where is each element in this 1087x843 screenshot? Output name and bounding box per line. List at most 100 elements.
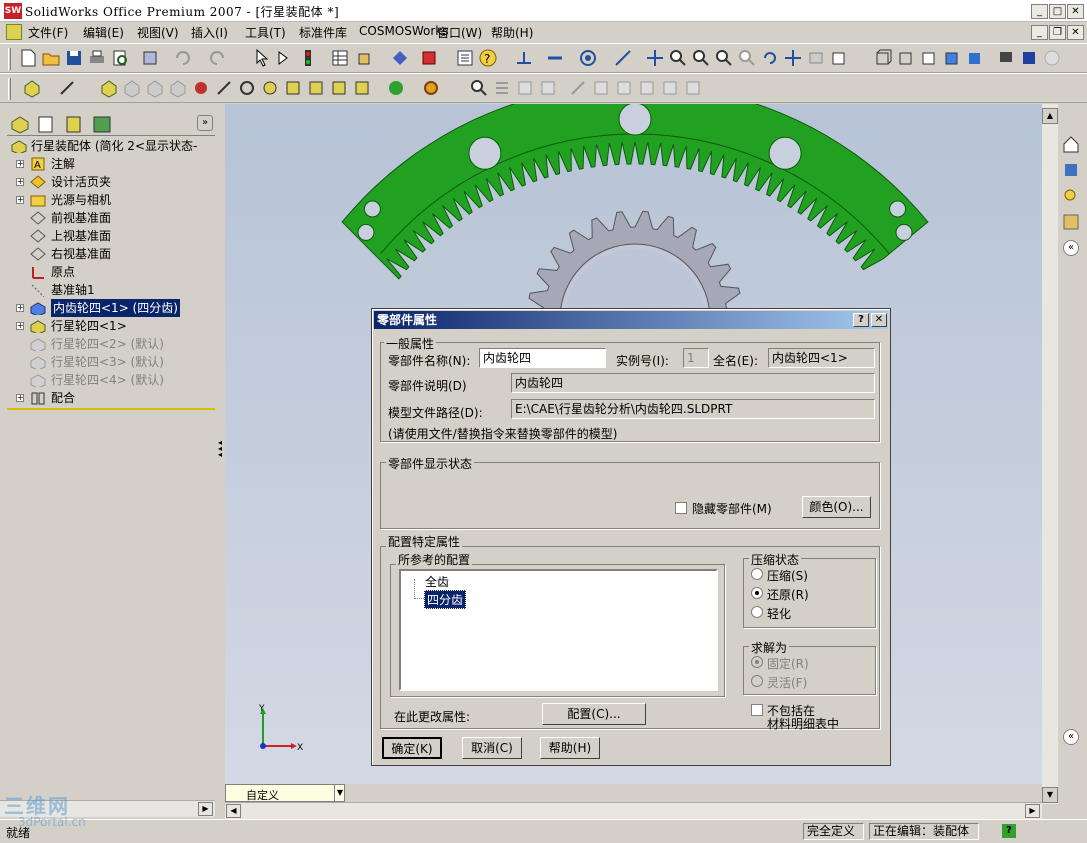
realview-icon[interactable] xyxy=(1042,48,1062,68)
physical-dynamics-icon[interactable] xyxy=(260,78,280,98)
doc-restore-button[interactable]: ❐ xyxy=(1049,25,1066,40)
table-icon[interactable] xyxy=(614,78,634,98)
properties-icon[interactable] xyxy=(455,48,475,68)
help-icon[interactable]: ? xyxy=(478,48,498,68)
design-library-icon[interactable] xyxy=(1061,160,1081,180)
scroll-left-icon[interactable]: ◀ xyxy=(226,804,241,818)
print-icon[interactable] xyxy=(87,48,107,68)
cut-icon[interactable] xyxy=(140,48,160,68)
expand-icon[interactable]: + xyxy=(16,322,24,330)
menu-cosmosworks[interactable]: COSMOSWorks xyxy=(359,24,449,38)
move-component-icon[interactable] xyxy=(99,78,119,98)
smart-dimension-icon[interactable] xyxy=(545,48,565,68)
rotate-icon[interactable] xyxy=(760,48,780,68)
zoom-selection-icon[interactable] xyxy=(737,48,757,68)
configuration-button[interactable]: 配置(C)... xyxy=(542,703,646,725)
menu-edit[interactable]: 编辑(E) xyxy=(83,24,124,41)
file-explorer-icon[interactable] xyxy=(1061,186,1081,206)
hidden-lines-visible-icon[interactable] xyxy=(896,48,916,68)
feature-manager-tab-icon[interactable] xyxy=(9,114,31,134)
config-list[interactable]: 全齿 四分齿 xyxy=(399,569,718,691)
configuration-manager-tab-icon[interactable] xyxy=(63,114,85,134)
dialog-help-button[interactable]: ? xyxy=(853,313,869,327)
maximize-button[interactable]: □ xyxy=(1049,4,1066,19)
library-icon[interactable] xyxy=(660,78,680,98)
shadows-icon[interactable] xyxy=(996,48,1016,68)
stamp-icon[interactable] xyxy=(637,78,657,98)
interference-icon[interactable] xyxy=(191,78,211,98)
collision-icon[interactable] xyxy=(237,78,257,98)
view-orientation-icon[interactable] xyxy=(829,48,849,68)
component-name-input[interactable]: 内齿轮四 xyxy=(479,348,606,368)
color-button[interactable]: 颜色(O)... xyxy=(802,496,871,518)
dialog-close-button[interactable]: ✕ xyxy=(871,313,887,327)
scroll-down-icon[interactable]: ▼ xyxy=(1042,787,1058,803)
new-file-icon[interactable] xyxy=(18,48,38,68)
viewport-vscroll[interactable]: ▲ ▼ xyxy=(1042,104,1058,804)
scroll-right-icon[interactable]: ▶ xyxy=(198,802,213,816)
edit-icon[interactable] xyxy=(568,78,588,98)
assembly-feature-icon[interactable] xyxy=(329,78,349,98)
expand-panel-button[interactable]: » xyxy=(197,115,213,131)
view-icon[interactable] xyxy=(806,48,826,68)
configuration-dropdown[interactable]: 自定义 ▼ xyxy=(225,784,345,802)
shaded-icon[interactable] xyxy=(965,48,985,68)
menu-standard-library[interactable]: 标准件库 xyxy=(299,24,347,41)
open-file-icon[interactable] xyxy=(41,48,61,68)
status-help-icon[interactable]: ? xyxy=(1002,824,1016,838)
exclude-bom-checkbox[interactable] xyxy=(751,704,763,716)
redo-icon[interactable] xyxy=(208,48,228,68)
expand-icon[interactable]: + xyxy=(16,196,24,204)
search-icon[interactable] xyxy=(469,78,489,98)
document-icon[interactable] xyxy=(6,24,22,40)
cosmos-tab-icon[interactable] xyxy=(91,114,113,134)
doc-close-button[interactable]: ✕ xyxy=(1067,25,1084,40)
expand-icon[interactable]: + xyxy=(16,160,24,168)
expand-icon[interactable]: + xyxy=(16,178,24,186)
config-item-quarter[interactable]: 四分齿 xyxy=(424,590,467,609)
expand-icon[interactable]: + xyxy=(16,304,24,312)
shaded-edges-icon[interactable] xyxy=(942,48,962,68)
move-icon[interactable] xyxy=(645,48,665,68)
property-manager-tab-icon[interactable] xyxy=(35,114,57,134)
component-icon[interactable] xyxy=(355,48,375,68)
sketch-icon[interactable] xyxy=(514,48,534,68)
collapse-left-icon[interactable]: « xyxy=(1063,240,1079,256)
suppress-radio[interactable] xyxy=(751,568,763,580)
chevron-down-icon[interactable]: ▼ xyxy=(334,785,345,801)
rigid-radio[interactable] xyxy=(751,656,763,668)
menu-window[interactable]: 窗口(W) xyxy=(437,24,482,41)
smart-fasteners-icon[interactable] xyxy=(145,78,165,98)
ok-button[interactable]: 确定(K) xyxy=(382,737,442,759)
zoom-area-icon[interactable] xyxy=(691,48,711,68)
collapse-bottom-icon[interactable]: « xyxy=(1063,729,1079,745)
explode-icon[interactable] xyxy=(168,78,188,98)
appearance-icon[interactable] xyxy=(1061,212,1081,232)
splitter-handle[interactable]: ◂ ◂ ◂ xyxy=(217,430,224,480)
drawing-icon[interactable] xyxy=(591,78,611,98)
doc-minimize-button[interactable]: _ xyxy=(1031,25,1048,40)
sketch-line-icon[interactable] xyxy=(214,78,234,98)
section-view-icon[interactable] xyxy=(1019,48,1039,68)
measure-icon[interactable] xyxy=(613,48,633,68)
mate-icon[interactable] xyxy=(57,78,77,98)
traffic-light-icon[interactable] xyxy=(298,48,318,68)
resolve-radio[interactable] xyxy=(751,587,763,599)
save-icon[interactable] xyxy=(64,48,84,68)
menu-tools[interactable]: 工具(T) xyxy=(245,24,286,41)
menu-help[interactable]: 帮助(H) xyxy=(491,24,533,41)
feature-icon[interactable] xyxy=(283,78,303,98)
zoom-inout-icon[interactable] xyxy=(714,48,734,68)
menu-view[interactable]: 视图(V) xyxy=(137,24,179,41)
minimize-button[interactable]: _ xyxy=(1031,4,1048,19)
hole-series-icon[interactable] xyxy=(306,78,326,98)
pan-icon[interactable] xyxy=(783,48,803,68)
menu-file[interactable]: 文件(F) xyxy=(28,24,68,41)
hide-show-icon[interactable] xyxy=(390,48,410,68)
help-button[interactable]: 帮助(H) xyxy=(540,737,600,759)
undo-icon[interactable] xyxy=(172,48,192,68)
list-icon[interactable] xyxy=(492,78,512,98)
rebuild-icon[interactable] xyxy=(275,48,295,68)
viewport-hscroll[interactable]: ◀ ▶ xyxy=(225,802,1042,819)
options-icon[interactable] xyxy=(330,48,350,68)
